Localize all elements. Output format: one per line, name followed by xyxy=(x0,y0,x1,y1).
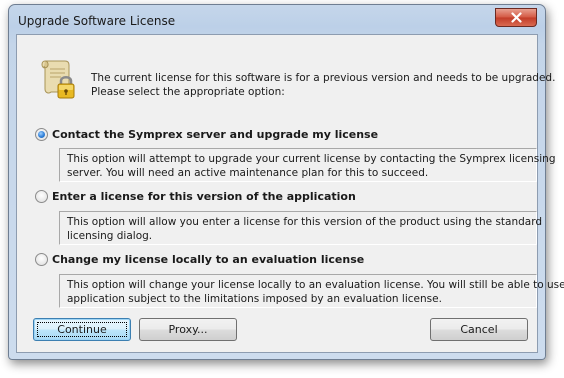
close-button[interactable] xyxy=(495,8,537,27)
desc-line: licensing dialog. xyxy=(67,230,153,242)
radio-enter-license[interactable] xyxy=(35,190,48,203)
close-icon xyxy=(510,12,522,23)
radio-evaluation[interactable] xyxy=(35,253,48,266)
option-enter-license-label[interactable]: Enter a license for this version of the … xyxy=(52,190,356,203)
focus-rectangle xyxy=(37,322,127,337)
radio-upgrade[interactable] xyxy=(35,128,48,141)
option-evaluation-label[interactable]: Change my license locally to an evaluati… xyxy=(52,253,364,266)
option-upgrade-label[interactable]: Contact the Symprex server and upgrade m… xyxy=(52,128,378,141)
cancel-button[interactable]: Cancel xyxy=(430,318,528,341)
header-message: The current license for this software is… xyxy=(91,71,556,99)
desc-line: server. You will need an active maintena… xyxy=(67,167,429,179)
desc-line: application subject to the limitations i… xyxy=(67,293,442,305)
desc-line: This option will change your license loc… xyxy=(67,279,564,291)
cancel-button-label: Cancel xyxy=(460,323,498,336)
header-line-2: Please select the appropriate option: xyxy=(91,86,285,98)
window-title: Upgrade Software License xyxy=(18,14,176,28)
option-enter-license-description: This option will allow you enter a licen… xyxy=(59,211,543,245)
dialog-window: Upgrade Software License The current lic… xyxy=(8,4,564,360)
desc-line: This option will attempt to upgrade your… xyxy=(67,153,556,165)
proxy-button-label: Proxy... xyxy=(168,323,208,336)
desc-line: This option will allow you enter a licen… xyxy=(67,216,543,228)
dialog-content: The current license for this software is… xyxy=(16,34,564,353)
option-upgrade-description: This option will attempt to upgrade your… xyxy=(59,148,556,182)
license-scroll-lock-icon xyxy=(41,60,75,99)
option-evaluation-description: This option will change your license loc… xyxy=(59,274,564,308)
header-line-1: The current license for this software is… xyxy=(91,72,556,84)
continue-button[interactable]: Continue xyxy=(33,318,131,341)
title-bar[interactable]: Upgrade Software License xyxy=(9,5,545,33)
proxy-button[interactable]: Proxy... xyxy=(139,318,237,341)
